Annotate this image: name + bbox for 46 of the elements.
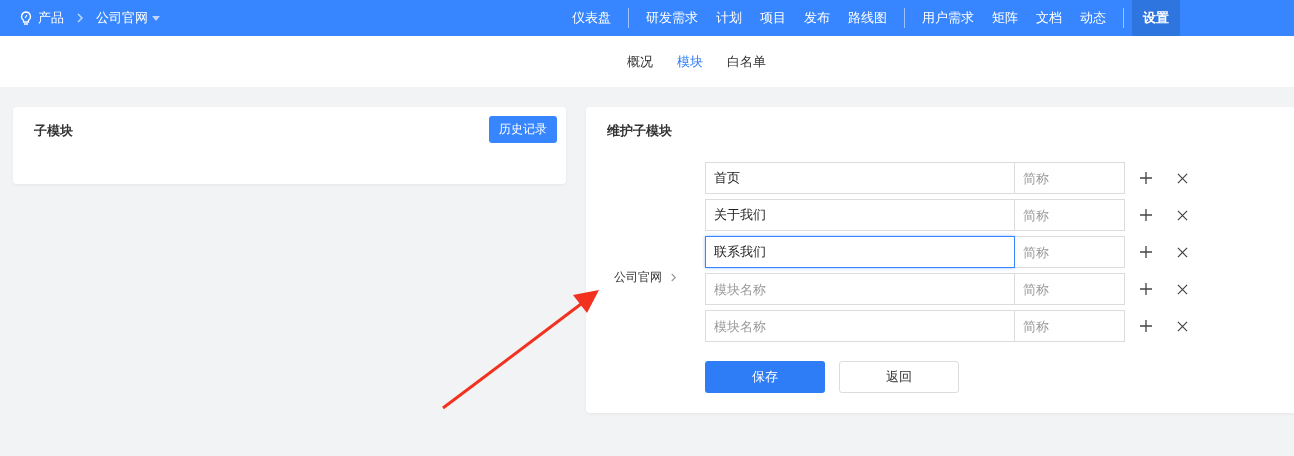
nav-tab[interactable]: 动态 — [1071, 0, 1115, 36]
add-icon[interactable] — [1140, 246, 1152, 258]
sub-tab[interactable]: 概况 — [626, 52, 653, 71]
sub-tab[interactable]: 白名单 — [726, 52, 766, 71]
add-icon[interactable] — [1140, 283, 1152, 295]
close-icon[interactable] — [1177, 320, 1188, 332]
chevron-right-icon — [76, 13, 84, 23]
save-button[interactable]: 保存 — [705, 361, 825, 393]
module-name-field[interactable]: 关于我们 — [705, 199, 1015, 231]
abbreviation-field[interactable]: 简称 — [1015, 162, 1125, 194]
abbreviation-field[interactable]: 简称 — [1015, 273, 1125, 305]
nav-tab[interactable]: 项目 — [751, 0, 795, 36]
module-name-field[interactable]: 首页 — [705, 162, 1015, 194]
lightbulb-icon — [20, 11, 32, 25]
module-name-field[interactable]: 模块名称 — [705, 310, 1015, 342]
abbreviation-field[interactable]: 简称 — [1015, 236, 1125, 268]
close-icon[interactable] — [1177, 172, 1188, 184]
caret-down-icon — [152, 15, 160, 21]
nav-tab[interactable]: 矩阵 — [983, 0, 1027, 36]
parent-label: 公司官网 — [614, 269, 662, 286]
add-icon[interactable] — [1140, 209, 1152, 221]
card-title: 子模块 — [34, 122, 73, 140]
add-icon[interactable] — [1140, 320, 1152, 332]
card-title: 维护子模块 — [607, 123, 672, 138]
history-button[interactable]: 历史记录 — [489, 116, 557, 143]
sub-tab[interactable]: 模块 — [676, 52, 703, 71]
nav-tab[interactable]: 发布 — [795, 0, 839, 36]
module-name-field[interactable]: 模块名称 — [705, 273, 1015, 305]
breadcrumb-link[interactable]: 产品 — [38, 9, 64, 27]
module-name-field[interactable]: 联系我们 — [705, 236, 1015, 268]
nav-tab[interactable]: 计划 — [707, 0, 751, 36]
abbreviation-field[interactable]: 简称 — [1015, 199, 1125, 231]
nav-tab[interactable]: 用户需求 — [913, 0, 983, 36]
close-icon[interactable] — [1177, 209, 1188, 221]
nav-tab[interactable]: 研发需求 — [637, 0, 707, 36]
nav-tab[interactable]: 文档 — [1027, 0, 1071, 36]
abbreviation-field[interactable]: 简称 — [1015, 310, 1125, 342]
close-icon[interactable] — [1177, 246, 1188, 258]
close-icon[interactable] — [1177, 283, 1188, 295]
nav-tab[interactable]: 设置 — [1132, 0, 1180, 36]
nav-tab[interactable]: 路线图 — [839, 0, 896, 36]
add-icon[interactable] — [1140, 172, 1152, 184]
product-dropdown[interactable]: 公司官网 — [96, 9, 160, 27]
back-button[interactable]: 返回 — [839, 361, 959, 393]
nav-tab[interactable]: 仪表盘 — [563, 0, 620, 36]
chevron-right-icon — [670, 273, 677, 282]
